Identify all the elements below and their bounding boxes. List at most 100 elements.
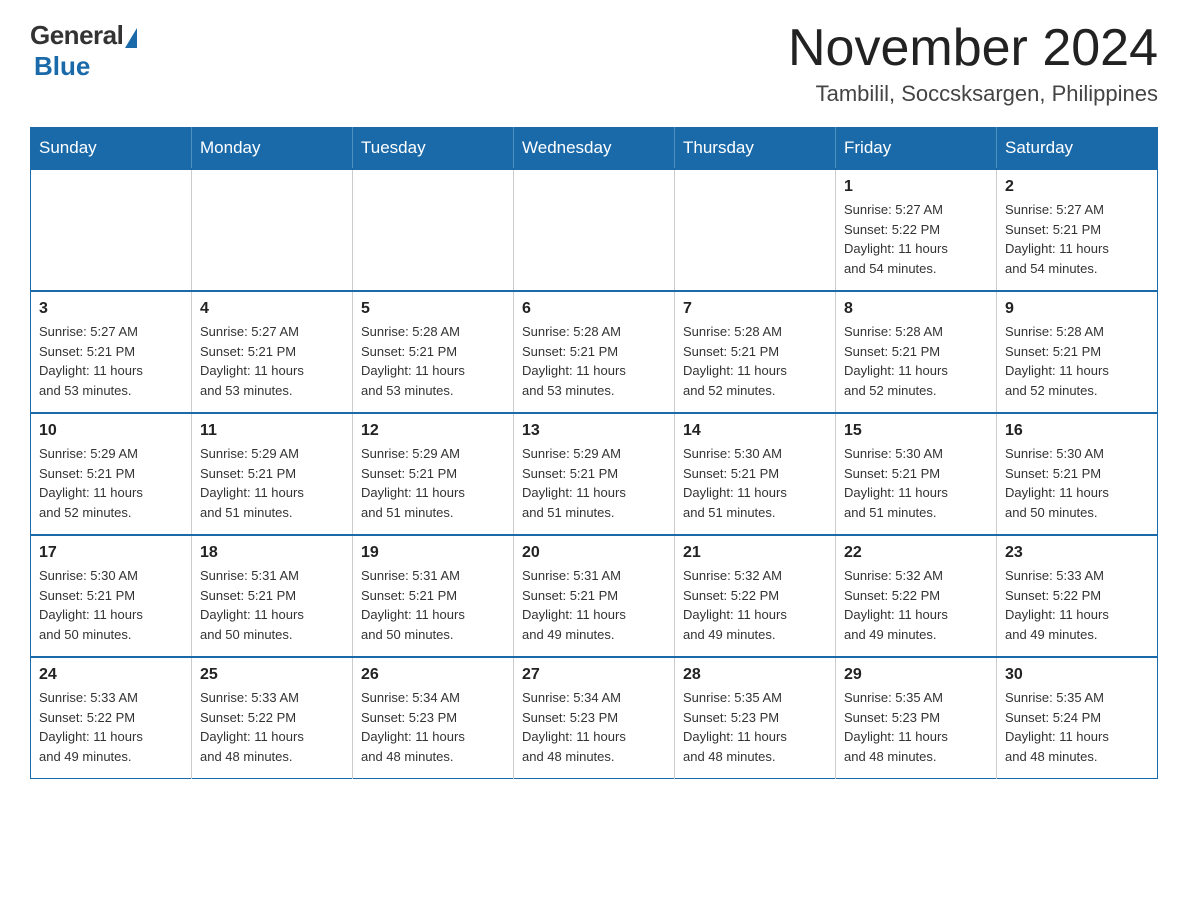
day-number: 4 [200, 300, 344, 318]
weekday-header-friday: Friday [836, 128, 997, 170]
calendar-cell: 25 Sunrise: 5:33 AMSunset: 5:22 PMDayligh… [192, 657, 353, 779]
day-number: 19 [361, 544, 505, 562]
calendar-cell: 8Sunrise: 5:28 AMSunset: 5:21 PMDaylight… [836, 291, 997, 413]
calendar-week-row: 10 Sunrise: 5:29 AMSunset: 5:21 PMDayligh… [31, 413, 1158, 535]
weekday-header-tuesday: Tuesday [353, 128, 514, 170]
day-number: 5 [361, 300, 505, 318]
calendar-cell: 27 Sunrise: 5:34 AMSunset: 5:23 PMDayligh… [514, 657, 675, 779]
calendar-week-row: 3 Sunrise: 5:27 AMSunset: 5:21 PMDaylight… [31, 291, 1158, 413]
calendar-cell: 7Sunrise: 5:28 AMSunset: 5:21 PMDaylight… [675, 291, 836, 413]
calendar-cell: 23 Sunrise: 5:33 AMSunset: 5:22 PMDayligh… [997, 535, 1158, 657]
calendar-cell: 10Sunrise: 5:29 AMSunset: 5:21 PMDayligh… [31, 413, 192, 535]
calendar-cell: 5 Sunrise: 5:28 AMSunset: 5:21 PMDaylight… [353, 291, 514, 413]
calendar-cell: 6 Sunrise: 5:28 AMSunset: 5:21 PMDaylight… [514, 291, 675, 413]
calendar-cell: 28 Sunrise: 5:35 AMSunset: 5:23 PMDayligh… [675, 657, 836, 779]
day-number: 30 [1005, 666, 1149, 684]
day-info: Sunrise: 5:29 AMSunset: 5:21 PMDaylight:… [200, 444, 344, 522]
day-info: Sunrise: 5:33 AMSunset: 5:22 PMDaylight:… [1005, 566, 1149, 644]
day-info: Sunrise: 5:33 AMSunset: 5:22 PMDaylight:… [200, 688, 344, 766]
calendar-cell: 17Sunrise: 5:30 AMSunset: 5:21 PMDayligh… [31, 535, 192, 657]
day-info: Sunrise: 5:28 AMSunset: 5:21 PMDaylight:… [683, 322, 827, 400]
day-info: Sunrise: 5:33 AMSunset: 5:22 PMDaylight:… [39, 688, 183, 766]
day-number: 23 [1005, 544, 1149, 562]
day-info: Sunrise: 5:31 AMSunset: 5:21 PMDaylight:… [361, 566, 505, 644]
logo: General Blue [30, 20, 137, 82]
weekday-header-thursday: Thursday [675, 128, 836, 170]
weekday-header-sunday: Sunday [31, 128, 192, 170]
day-info: Sunrise: 5:31 AMSunset: 5:21 PMDaylight:… [522, 566, 666, 644]
day-number: 21 [683, 544, 827, 562]
day-info: Sunrise: 5:28 AMSunset: 5:21 PMDaylight:… [844, 322, 988, 400]
day-info: Sunrise: 5:34 AMSunset: 5:23 PMDaylight:… [522, 688, 666, 766]
calendar-cell: 30 Sunrise: 5:35 AMSunset: 5:24 PMDayligh… [997, 657, 1158, 779]
day-number: 22 [844, 544, 988, 562]
calendar-cell [31, 169, 192, 291]
day-info: Sunrise: 5:31 AMSunset: 5:21 PMDaylight:… [200, 566, 344, 644]
calendar-table: SundayMondayTuesdayWednesdayThursdayFrid… [30, 127, 1158, 779]
day-number: 18 [200, 544, 344, 562]
calendar-cell: 1Sunrise: 5:27 AMSunset: 5:22 PMDaylight… [836, 169, 997, 291]
calendar-cell: 4Sunrise: 5:27 AMSunset: 5:21 PMDaylight… [192, 291, 353, 413]
calendar-cell: 11 Sunrise: 5:29 AMSunset: 5:21 PMDayligh… [192, 413, 353, 535]
calendar-cell [192, 169, 353, 291]
day-info: Sunrise: 5:34 AMSunset: 5:23 PMDaylight:… [361, 688, 505, 766]
location-subtitle: Tambilil, Soccsksargen, Philippines [788, 81, 1158, 107]
calendar-cell: 15 Sunrise: 5:30 AMSunset: 5:21 PMDayligh… [836, 413, 997, 535]
day-info: Sunrise: 5:35 AMSunset: 5:24 PMDaylight:… [1005, 688, 1149, 766]
day-number: 25 [200, 666, 344, 684]
logo-blue-text: Blue [34, 51, 90, 82]
day-info: Sunrise: 5:35 AMSunset: 5:23 PMDaylight:… [683, 688, 827, 766]
day-info: Sunrise: 5:30 AMSunset: 5:21 PMDaylight:… [1005, 444, 1149, 522]
weekday-header-monday: Monday [192, 128, 353, 170]
day-info: Sunrise: 5:27 AMSunset: 5:21 PMDaylight:… [39, 322, 183, 400]
calendar-cell: 26Sunrise: 5:34 AMSunset: 5:23 PMDayligh… [353, 657, 514, 779]
calendar-cell: 3 Sunrise: 5:27 AMSunset: 5:21 PMDaylight… [31, 291, 192, 413]
day-info: Sunrise: 5:35 AMSunset: 5:23 PMDaylight:… [844, 688, 988, 766]
day-info: Sunrise: 5:29 AMSunset: 5:21 PMDaylight:… [522, 444, 666, 522]
calendar-cell: 29 Sunrise: 5:35 AMSunset: 5:23 PMDayligh… [836, 657, 997, 779]
day-number: 1 [844, 178, 988, 196]
day-info: Sunrise: 5:27 AMSunset: 5:21 PMDaylight:… [1005, 200, 1149, 278]
day-number: 10 [39, 422, 183, 440]
day-info: Sunrise: 5:30 AMSunset: 5:21 PMDaylight:… [683, 444, 827, 522]
day-number: 29 [844, 666, 988, 684]
calendar-cell: 2 Sunrise: 5:27 AMSunset: 5:21 PMDaylight… [997, 169, 1158, 291]
page-header: General Blue November 2024 Tambilil, Soc… [30, 20, 1158, 107]
day-info: Sunrise: 5:32 AMSunset: 5:22 PMDaylight:… [844, 566, 988, 644]
calendar-cell: 14 Sunrise: 5:30 AMSunset: 5:21 PMDayligh… [675, 413, 836, 535]
calendar-week-row: 1Sunrise: 5:27 AMSunset: 5:22 PMDaylight… [31, 169, 1158, 291]
page-title: November 2024 [788, 20, 1158, 77]
day-number: 3 [39, 300, 183, 318]
calendar-cell: 16Sunrise: 5:30 AMSunset: 5:21 PMDayligh… [997, 413, 1158, 535]
weekday-header-saturday: Saturday [997, 128, 1158, 170]
calendar-cell [675, 169, 836, 291]
day-number: 14 [683, 422, 827, 440]
day-number: 27 [522, 666, 666, 684]
day-number: 2 [1005, 178, 1149, 196]
day-number: 13 [522, 422, 666, 440]
day-number: 6 [522, 300, 666, 318]
day-info: Sunrise: 5:28 AMSunset: 5:21 PMDaylight:… [361, 322, 505, 400]
day-info: Sunrise: 5:30 AMSunset: 5:21 PMDaylight:… [844, 444, 988, 522]
day-number: 12 [361, 422, 505, 440]
day-number: 11 [200, 422, 344, 440]
day-number: 9 [1005, 300, 1149, 318]
calendar-cell [353, 169, 514, 291]
day-number: 20 [522, 544, 666, 562]
title-block: November 2024 Tambilil, Soccsksargen, Ph… [788, 20, 1158, 107]
calendar-cell: 20 Sunrise: 5:31 AMSunset: 5:21 PMDayligh… [514, 535, 675, 657]
calendar-cell: 9Sunrise: 5:28 AMSunset: 5:21 PMDaylight… [997, 291, 1158, 413]
day-number: 17 [39, 544, 183, 562]
calendar-week-row: 17Sunrise: 5:30 AMSunset: 5:21 PMDayligh… [31, 535, 1158, 657]
calendar-week-row: 24Sunrise: 5:33 AMSunset: 5:22 PMDayligh… [31, 657, 1158, 779]
day-info: Sunrise: 5:29 AMSunset: 5:21 PMDaylight:… [361, 444, 505, 522]
day-number: 28 [683, 666, 827, 684]
logo-general-text: General [30, 20, 123, 51]
weekday-header-wednesday: Wednesday [514, 128, 675, 170]
calendar-cell [514, 169, 675, 291]
day-info: Sunrise: 5:32 AMSunset: 5:22 PMDaylight:… [683, 566, 827, 644]
calendar-header-row: SundayMondayTuesdayWednesdayThursdayFrid… [31, 128, 1158, 170]
logo-triangle-icon [125, 28, 137, 48]
day-info: Sunrise: 5:28 AMSunset: 5:21 PMDaylight:… [522, 322, 666, 400]
day-number: 15 [844, 422, 988, 440]
